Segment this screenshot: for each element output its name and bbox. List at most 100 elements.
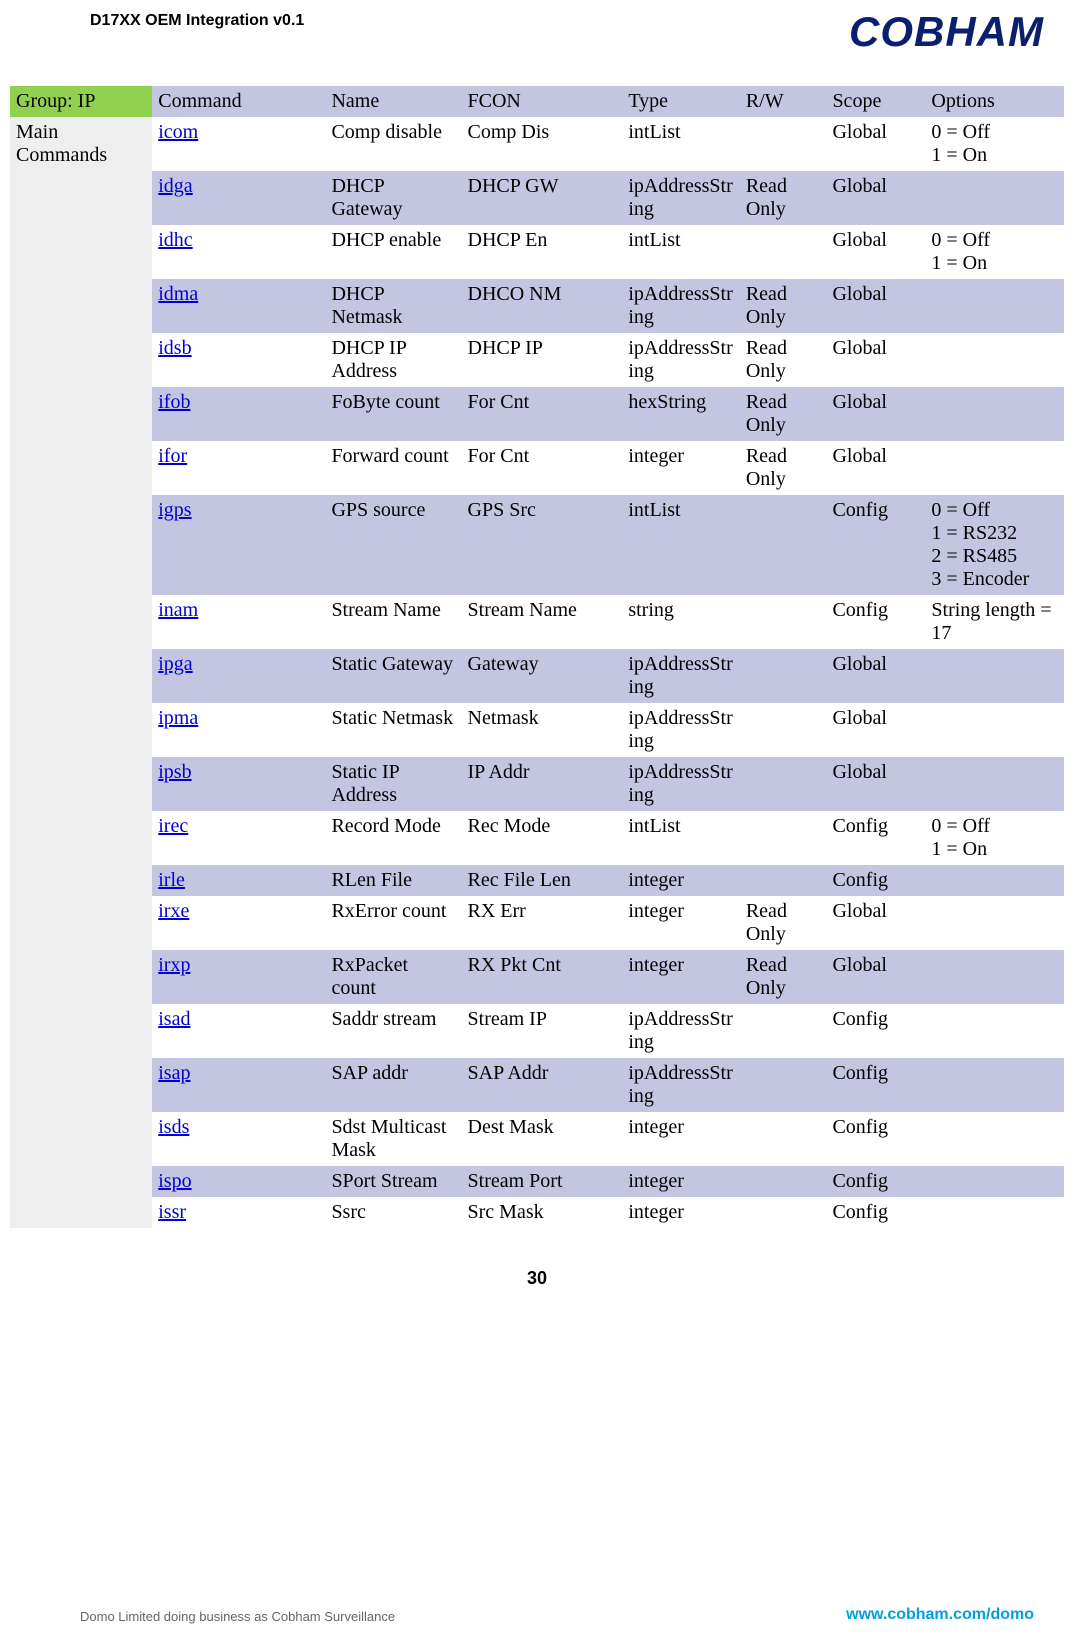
header-command: Command <box>152 86 325 117</box>
cell-scope: Global <box>826 117 925 171</box>
cell-scope: Config <box>826 1197 925 1228</box>
cell-type: integer <box>622 1166 740 1197</box>
command-link[interactable]: isap <box>158 1062 190 1084</box>
cell-command: issr <box>152 1197 325 1228</box>
cell-options <box>925 387 1064 441</box>
table-row: irxeRxError countRX ErrintegerRead OnlyG… <box>10 896 1064 950</box>
command-link[interactable]: inam <box>158 599 198 621</box>
cell-scope: Global <box>826 333 925 387</box>
cell-type: ipAddressString <box>622 1004 740 1058</box>
command-link[interactable]: irle <box>158 869 185 891</box>
command-link[interactable]: ipma <box>158 707 198 729</box>
command-link[interactable]: idga <box>158 175 192 197</box>
command-link[interactable]: ipga <box>158 653 192 675</box>
table-row: ipmaStatic NetmaskNetmaskipAddressString… <box>10 703 1064 757</box>
command-link[interactable]: idma <box>158 283 198 305</box>
cell-name: DHCP Netmask <box>325 279 461 333</box>
header-fcon: FCON <box>462 86 623 117</box>
command-link[interactable]: icom <box>158 121 198 143</box>
cell-fcon: RX Pkt Cnt <box>462 950 623 1004</box>
cell-options: 0 = Off1 = On <box>925 225 1064 279</box>
command-link[interactable]: issr <box>158 1201 186 1223</box>
cell-rw <box>740 225 827 279</box>
cell-scope: Config <box>826 595 925 649</box>
cell-fcon: Src Mask <box>462 1197 623 1228</box>
cell-type: ipAddressString <box>622 649 740 703</box>
cell-rw <box>740 811 827 865</box>
cell-options: 0 = Off1 = On <box>925 117 1064 171</box>
cell-options <box>925 1197 1064 1228</box>
table-row: issrSsrcSrc MaskintegerConfig <box>10 1197 1064 1228</box>
table-row: isadSaddr streamStream IPipAddressString… <box>10 1004 1064 1058</box>
cell-type: integer <box>622 1197 740 1228</box>
cell-scope: Config <box>826 1004 925 1058</box>
cell-options <box>925 1004 1064 1058</box>
command-link[interactable]: ispo <box>158 1170 191 1192</box>
cell-type: integer <box>622 896 740 950</box>
cell-name: Static Gateway <box>325 649 461 703</box>
cell-type: integer <box>622 865 740 896</box>
command-link[interactable]: idhc <box>158 229 192 251</box>
cell-command: idga <box>152 171 325 225</box>
table-row: idsbDHCP IP AddressDHCP IPipAddressStrin… <box>10 333 1064 387</box>
cell-fcon: Netmask <box>462 703 623 757</box>
command-link[interactable]: isds <box>158 1116 189 1138</box>
cell-options <box>925 757 1064 811</box>
cell-fcon: Rec File Len <box>462 865 623 896</box>
command-link[interactable]: isad <box>158 1008 190 1030</box>
command-link[interactable]: irxe <box>158 900 189 922</box>
table-row: irecRecord ModeRec ModeintListConfig0 = … <box>10 811 1064 865</box>
cell-options <box>925 865 1064 896</box>
command-link[interactable]: idsb <box>158 337 191 359</box>
cell-fcon: Stream IP <box>462 1004 623 1058</box>
command-link[interactable]: ifob <box>158 391 190 413</box>
cell-scope: Global <box>826 896 925 950</box>
command-link[interactable]: igps <box>158 499 191 521</box>
cell-fcon: Gateway <box>462 649 623 703</box>
cell-name: Static IP Address <box>325 757 461 811</box>
cell-fcon: DHCP En <box>462 225 623 279</box>
section-label: Main Commands <box>10 117 152 1228</box>
cell-type: intList <box>622 811 740 865</box>
cell-options <box>925 279 1064 333</box>
cell-fcon: Stream Name <box>462 595 623 649</box>
table-row: inamStream NameStream NamestringConfigSt… <box>10 595 1064 649</box>
cell-type: ipAddressString <box>622 1058 740 1112</box>
command-link[interactable]: irec <box>158 815 188 837</box>
cell-rw: Read Only <box>740 441 827 495</box>
header-rw: R/W <box>740 86 827 117</box>
cell-rw <box>740 1112 827 1166</box>
cell-scope: Global <box>826 950 925 1004</box>
command-link[interactable]: ifor <box>158 445 187 467</box>
cell-options <box>925 333 1064 387</box>
cell-scope: Global <box>826 279 925 333</box>
cell-command: isad <box>152 1004 325 1058</box>
cell-type: integer <box>622 441 740 495</box>
cell-command: irle <box>152 865 325 896</box>
cell-name: Static Netmask <box>325 703 461 757</box>
table-row: isdsSdst Multicast MaskDest MaskintegerC… <box>10 1112 1064 1166</box>
table-row: ipga Static GatewayGatewayipAddressString… <box>10 649 1064 703</box>
cell-options <box>925 1166 1064 1197</box>
table-row: irxpRxPacket countRX Pkt CntintegerRead … <box>10 950 1064 1004</box>
command-link[interactable]: irxp <box>158 954 190 976</box>
cell-options <box>925 703 1064 757</box>
command-link[interactable]: ipsb <box>158 761 191 783</box>
cell-options <box>925 649 1064 703</box>
cell-command: isds <box>152 1112 325 1166</box>
cell-scope: Global <box>826 387 925 441</box>
cell-fcon: DHCP GW <box>462 171 623 225</box>
cell-options <box>925 896 1064 950</box>
cell-fcon: DHCO NM <box>462 279 623 333</box>
cell-command: idhc <box>152 225 325 279</box>
cell-name: FoByte count <box>325 387 461 441</box>
cell-scope: Global <box>826 703 925 757</box>
cell-command: ifob <box>152 387 325 441</box>
cell-rw <box>740 1166 827 1197</box>
cell-type: ipAddressString <box>622 757 740 811</box>
cell-command: irxe <box>152 896 325 950</box>
header-type: Type <box>622 86 740 117</box>
cell-rw <box>740 495 827 595</box>
cell-command: inam <box>152 595 325 649</box>
cell-options: 0 = Off1 = RS2322 = RS4853 = Encoder <box>925 495 1064 595</box>
